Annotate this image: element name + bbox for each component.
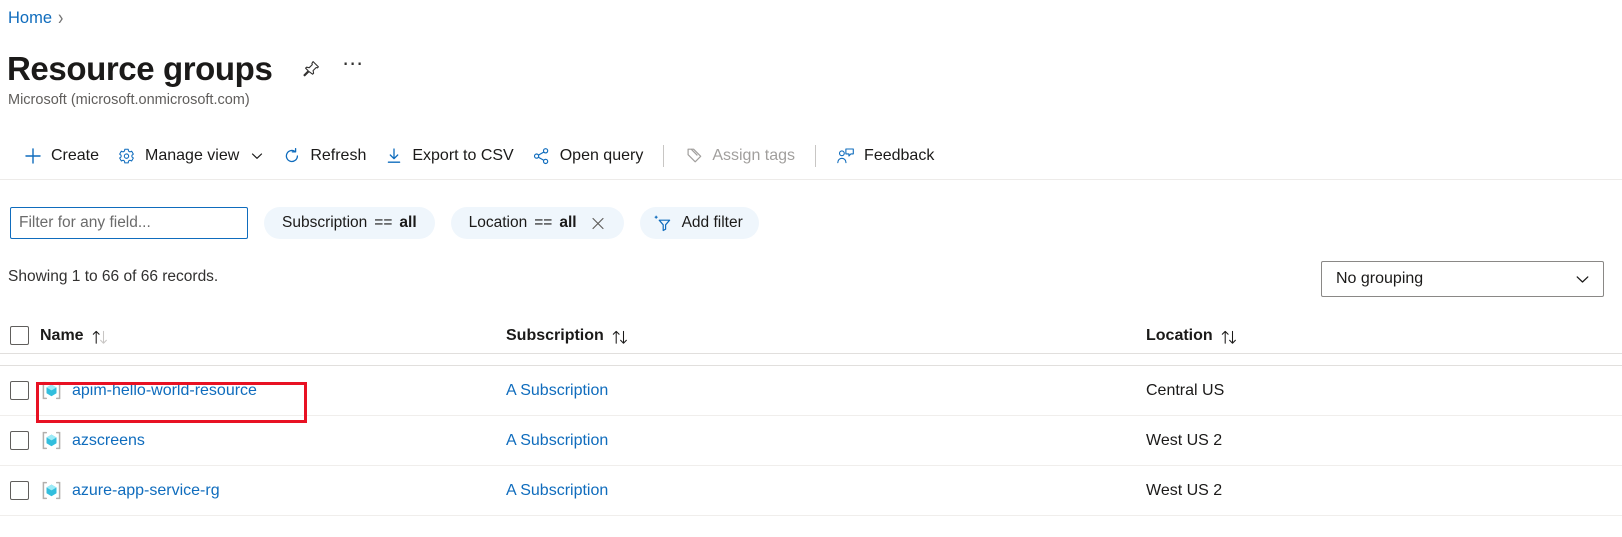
refresh-icon bbox=[282, 147, 301, 166]
feedback-button[interactable]: Feedback bbox=[827, 139, 943, 173]
toolbar-divider bbox=[663, 145, 665, 167]
table-body: apim-hello-world-resource A Subscription… bbox=[0, 354, 1622, 516]
grouping-dropdown-value: No grouping bbox=[1336, 270, 1424, 287]
filter-pill-subscription-field: Subscription bbox=[282, 214, 368, 231]
resource-group-icon bbox=[40, 380, 62, 402]
row-checkbox[interactable] bbox=[10, 381, 29, 400]
assign-tags-label: Assign tags bbox=[712, 147, 796, 164]
row-name-link[interactable]: azscreens bbox=[72, 432, 145, 450]
table-row-clipped[interactable] bbox=[0, 354, 1622, 366]
refresh-button[interactable]: Refresh bbox=[273, 139, 375, 173]
row-subscription-link[interactable]: A Subscription bbox=[506, 482, 608, 500]
column-header-name[interactable]: Name bbox=[40, 327, 506, 345]
resource-groups-page: Home › Resource groups ⋯ Microsoft (micr… bbox=[0, 0, 1622, 537]
pin-icon[interactable] bbox=[294, 52, 328, 86]
column-header-location[interactable]: Location bbox=[1146, 327, 1622, 345]
sort-icon bbox=[91, 329, 110, 345]
row-checkbox[interactable] bbox=[10, 431, 29, 450]
column-header-location-label: Location bbox=[1146, 326, 1213, 344]
export-to-csv-button[interactable]: Export to CSV bbox=[375, 139, 522, 173]
row-location: West US 2 bbox=[1146, 481, 1223, 499]
chevron-right-icon: › bbox=[58, 6, 64, 30]
manage-view-label: Manage view bbox=[145, 147, 240, 164]
row-subscription-link[interactable]: A Subscription bbox=[506, 382, 608, 400]
assign-tags-button[interactable]: Assign tags bbox=[675, 139, 804, 173]
search-input[interactable] bbox=[10, 207, 248, 239]
resource-group-icon bbox=[40, 430, 62, 452]
column-header-name-label: Name bbox=[40, 326, 84, 344]
filter-pill-location[interactable]: Location == all bbox=[450, 207, 624, 239]
column-header-subscription-label: Subscription bbox=[506, 326, 604, 344]
plus-icon bbox=[23, 147, 42, 166]
gear-icon bbox=[117, 147, 136, 166]
manage-view-button[interactable]: Manage view bbox=[108, 139, 273, 173]
filter-bar: Subscription == all Location == all Add … bbox=[0, 198, 1622, 248]
select-all-checkbox[interactable] bbox=[10, 326, 29, 345]
filter-pill-subscription-operator: == bbox=[374, 214, 393, 231]
row-location: West US 2 bbox=[1146, 431, 1223, 449]
refresh-label: Refresh bbox=[310, 147, 367, 164]
close-icon[interactable] bbox=[590, 215, 606, 231]
open-query-label: Open query bbox=[559, 147, 644, 164]
records-count: Showing 1 to 66 of 66 records. bbox=[8, 268, 219, 285]
filter-pill-location-operator: == bbox=[534, 214, 553, 231]
download-icon bbox=[384, 147, 403, 166]
page-title-row: Resource groups ⋯ bbox=[7, 46, 370, 92]
query-graph-icon bbox=[532, 147, 551, 166]
row-name-link[interactable]: apim-hello-world-resource bbox=[72, 382, 257, 400]
chevron-down-icon bbox=[1574, 271, 1591, 288]
column-header-subscription[interactable]: Subscription bbox=[506, 327, 1146, 345]
resource-groups-table: Name Subscription Location apim-hello-wo… bbox=[0, 318, 1622, 516]
table-row[interactable]: azscreens A Subscription West US 2 bbox=[0, 416, 1622, 466]
tag-icon bbox=[684, 147, 703, 166]
resource-group-icon bbox=[40, 480, 62, 502]
table-row[interactable]: apim-hello-world-resource A Subscription… bbox=[0, 366, 1622, 416]
export-to-csv-label: Export to CSV bbox=[412, 147, 514, 164]
filter-pill-location-field: Location bbox=[468, 214, 528, 231]
table-header-row: Name Subscription Location bbox=[0, 318, 1622, 354]
add-filter-button[interactable]: Add filter bbox=[639, 207, 759, 239]
sort-icon bbox=[611, 329, 630, 345]
row-subscription-link[interactable]: A Subscription bbox=[506, 432, 608, 450]
filter-pill-location-value: all bbox=[559, 214, 577, 231]
breadcrumb-item-home[interactable]: Home bbox=[8, 9, 52, 28]
command-bar: Create Manage view Refresh Export to CSV… bbox=[0, 133, 1622, 180]
page-title: Resource groups bbox=[7, 50, 273, 87]
create-button[interactable]: Create bbox=[14, 139, 108, 173]
chevron-down-icon bbox=[250, 149, 264, 163]
breadcrumb: Home › bbox=[8, 6, 64, 30]
table-row[interactable]: azure-app-service-rg A Subscription West… bbox=[0, 466, 1622, 516]
resource-group-icon bbox=[40, 354, 62, 355]
row-name-link[interactable]: azure-app-service-rg bbox=[72, 482, 220, 500]
row-location: Central US bbox=[1146, 381, 1225, 399]
toolbar-divider-2 bbox=[815, 145, 817, 167]
filter-pill-subscription-value: all bbox=[399, 214, 417, 231]
feedback-person-icon bbox=[836, 147, 855, 166]
grouping-dropdown[interactable]: No grouping bbox=[1321, 261, 1604, 297]
feedback-label: Feedback bbox=[864, 147, 935, 164]
sort-icon bbox=[1220, 329, 1239, 345]
select-all-cell bbox=[10, 326, 40, 345]
open-query-button[interactable]: Open query bbox=[523, 139, 653, 173]
filter-pill-subscription[interactable]: Subscription == all bbox=[264, 207, 435, 239]
create-label: Create bbox=[51, 147, 100, 164]
add-filter-label: Add filter bbox=[681, 214, 743, 231]
add-filter-icon bbox=[653, 214, 673, 233]
more-options-icon[interactable]: ⋯ bbox=[336, 46, 370, 92]
row-checkbox[interactable] bbox=[10, 481, 29, 500]
page-subtitle: Microsoft (microsoft.onmicrosoft.com) bbox=[8, 92, 250, 108]
